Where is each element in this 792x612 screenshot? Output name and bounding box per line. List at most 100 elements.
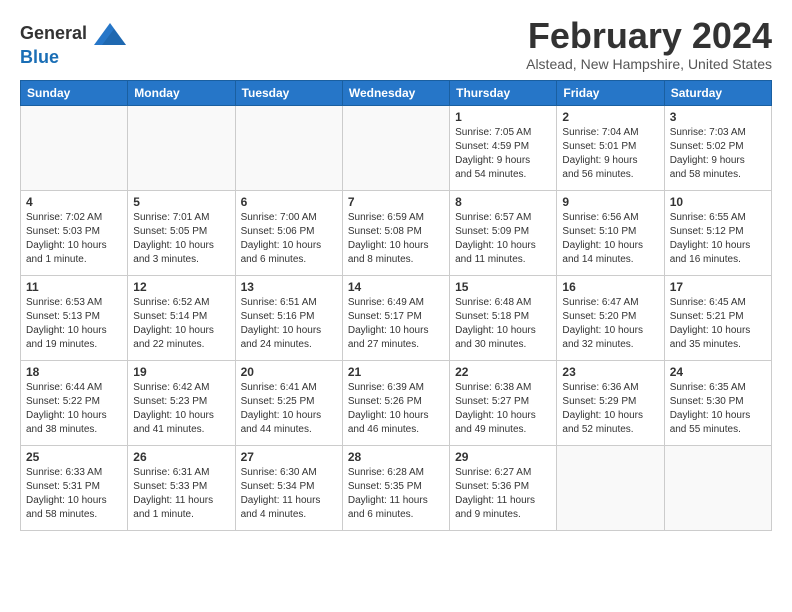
calendar-cell <box>235 105 342 190</box>
day-info: Sunrise: 6:55 AM Sunset: 5:12 PM Dayligh… <box>670 211 766 267</box>
calendar-cell: 9 Sunrise: 6:56 AM Sunset: 5:10 PM Daylig… <box>557 190 664 275</box>
weekday-header-friday: Friday <box>557 80 664 105</box>
day-number: 16 <box>562 280 658 294</box>
calendar-cell: 19 Sunrise: 6:42 AM Sunset: 5:23 PM Dayli… <box>128 360 235 445</box>
logo-text-line2: Blue <box>20 48 126 68</box>
calendar-cell: 8 Sunrise: 6:57 AM Sunset: 5:09 PM Daylig… <box>450 190 557 275</box>
day-number: 1 <box>455 110 551 124</box>
day-info: Sunrise: 6:41 AM Sunset: 5:25 PM Dayligh… <box>241 381 337 437</box>
day-info: Sunrise: 6:33 AM Sunset: 5:31 PM Dayligh… <box>26 466 122 522</box>
day-number: 28 <box>348 450 444 464</box>
day-number: 7 <box>348 195 444 209</box>
location-label: Alstead, New Hampshire, United States <box>526 56 772 72</box>
calendar-cell: 26 Sunrise: 6:31 AM Sunset: 5:33 PM Dayli… <box>128 445 235 530</box>
day-info: Sunrise: 6:56 AM Sunset: 5:10 PM Dayligh… <box>562 211 658 267</box>
logo-text-line1: General <box>20 20 126 48</box>
day-number: 25 <box>26 450 122 464</box>
calendar-cell: 20 Sunrise: 6:41 AM Sunset: 5:25 PM Dayli… <box>235 360 342 445</box>
day-number: 10 <box>670 195 766 209</box>
day-info: Sunrise: 6:30 AM Sunset: 5:34 PM Dayligh… <box>241 466 337 522</box>
calendar-cell <box>664 445 771 530</box>
calendar-cell: 22 Sunrise: 6:38 AM Sunset: 5:27 PM Dayli… <box>450 360 557 445</box>
calendar-cell <box>557 445 664 530</box>
day-info: Sunrise: 6:59 AM Sunset: 5:08 PM Dayligh… <box>348 211 444 267</box>
week-row-5: 25 Sunrise: 6:33 AM Sunset: 5:31 PM Dayli… <box>21 445 772 530</box>
day-info: Sunrise: 6:45 AM Sunset: 5:21 PM Dayligh… <box>670 296 766 352</box>
calendar-table: SundayMondayTuesdayWednesdayThursdayFrid… <box>20 80 772 531</box>
weekday-header-tuesday: Tuesday <box>235 80 342 105</box>
day-info: Sunrise: 7:00 AM Sunset: 5:06 PM Dayligh… <box>241 211 337 267</box>
day-number: 23 <box>562 365 658 379</box>
day-number: 19 <box>133 365 229 379</box>
day-info: Sunrise: 6:51 AM Sunset: 5:16 PM Dayligh… <box>241 296 337 352</box>
day-number: 27 <box>241 450 337 464</box>
calendar-cell: 23 Sunrise: 6:36 AM Sunset: 5:29 PM Dayli… <box>557 360 664 445</box>
calendar-cell: 1 Sunrise: 7:05 AM Sunset: 4:59 PM Daylig… <box>450 105 557 190</box>
calendar-cell: 16 Sunrise: 6:47 AM Sunset: 5:20 PM Dayli… <box>557 275 664 360</box>
weekday-header-thursday: Thursday <box>450 80 557 105</box>
calendar-cell: 2Sunrise: 7:04 AM Sunset: 5:01 PM Daylig… <box>557 105 664 190</box>
logo: General Blue <box>20 20 126 68</box>
day-info: Sunrise: 6:57 AM Sunset: 5:09 PM Dayligh… <box>455 211 551 267</box>
day-number: 12 <box>133 280 229 294</box>
day-info: Sunrise: 6:31 AM Sunset: 5:33 PM Dayligh… <box>133 466 229 522</box>
day-number: 18 <box>26 365 122 379</box>
day-number: 26 <box>133 450 229 464</box>
weekday-header-monday: Monday <box>128 80 235 105</box>
day-info: Sunrise: 6:42 AM Sunset: 5:23 PM Dayligh… <box>133 381 229 437</box>
day-info: Sunrise: 6:27 AM Sunset: 5:36 PM Dayligh… <box>455 466 551 522</box>
day-info: Sunrise: 6:36 AM Sunset: 5:29 PM Dayligh… <box>562 381 658 437</box>
calendar-cell: 10 Sunrise: 6:55 AM Sunset: 5:12 PM Dayli… <box>664 190 771 275</box>
calendar-cell: 5 Sunrise: 7:01 AM Sunset: 5:05 PM Daylig… <box>128 190 235 275</box>
day-info: Sunrise: 6:35 AM Sunset: 5:30 PM Dayligh… <box>670 381 766 437</box>
day-number: 13 <box>241 280 337 294</box>
calendar-cell: 7 Sunrise: 6:59 AM Sunset: 5:08 PM Daylig… <box>342 190 449 275</box>
day-number: 24 <box>670 365 766 379</box>
calendar-cell: 12 Sunrise: 6:52 AM Sunset: 5:14 PM Dayli… <box>128 275 235 360</box>
day-number: 3 <box>670 110 766 124</box>
day-info: Sunrise: 6:39 AM Sunset: 5:26 PM Dayligh… <box>348 381 444 437</box>
day-number: 8 <box>455 195 551 209</box>
week-row-1: 1 Sunrise: 7:05 AM Sunset: 4:59 PM Daylig… <box>21 105 772 190</box>
day-info: Sunrise: 7:01 AM Sunset: 5:05 PM Dayligh… <box>133 211 229 267</box>
page-header: General Blue February 2024 Alstead, New … <box>20 16 772 72</box>
day-number: 6 <box>241 195 337 209</box>
calendar-cell: 6 Sunrise: 7:00 AM Sunset: 5:06 PM Daylig… <box>235 190 342 275</box>
calendar-cell: 25 Sunrise: 6:33 AM Sunset: 5:31 PM Dayli… <box>21 445 128 530</box>
weekday-header-wednesday: Wednesday <box>342 80 449 105</box>
day-info: Sunrise: 6:44 AM Sunset: 5:22 PM Dayligh… <box>26 381 122 437</box>
logo-general: General <box>20 23 87 43</box>
day-info: Sunrise: 6:47 AM Sunset: 5:20 PM Dayligh… <box>562 296 658 352</box>
month-title: February 2024 <box>526 16 772 56</box>
day-number: 20 <box>241 365 337 379</box>
day-number: 22 <box>455 365 551 379</box>
day-info: Sunrise: 6:28 AM Sunset: 5:35 PM Dayligh… <box>348 466 444 522</box>
calendar-cell: 21Sunrise: 6:39 AM Sunset: 5:26 PM Dayli… <box>342 360 449 445</box>
calendar-cell: 14 Sunrise: 6:49 AM Sunset: 5:17 PM Dayli… <box>342 275 449 360</box>
day-info: Sunrise: 6:52 AM Sunset: 5:14 PM Dayligh… <box>133 296 229 352</box>
calendar-cell <box>128 105 235 190</box>
title-block: February 2024 Alstead, New Hampshire, Un… <box>526 16 772 72</box>
day-info: Sunrise: 7:02 AM Sunset: 5:03 PM Dayligh… <box>26 211 122 267</box>
calendar-cell: 29Sunrise: 6:27 AM Sunset: 5:36 PM Dayli… <box>450 445 557 530</box>
week-row-3: 11Sunrise: 6:53 AM Sunset: 5:13 PM Dayli… <box>21 275 772 360</box>
day-info: Sunrise: 7:05 AM Sunset: 4:59 PM Dayligh… <box>455 126 551 182</box>
day-info: Sunrise: 6:48 AM Sunset: 5:18 PM Dayligh… <box>455 296 551 352</box>
day-number: 9 <box>562 195 658 209</box>
calendar-cell: 24 Sunrise: 6:35 AM Sunset: 5:30 PM Dayli… <box>664 360 771 445</box>
calendar-cell: 13 Sunrise: 6:51 AM Sunset: 5:16 PM Dayli… <box>235 275 342 360</box>
day-info: Sunrise: 6:49 AM Sunset: 5:17 PM Dayligh… <box>348 296 444 352</box>
calendar-cell: 17 Sunrise: 6:45 AM Sunset: 5:21 PM Dayli… <box>664 275 771 360</box>
day-number: 14 <box>348 280 444 294</box>
weekday-header-saturday: Saturday <box>664 80 771 105</box>
day-number: 5 <box>133 195 229 209</box>
calendar-cell: 27 Sunrise: 6:30 AM Sunset: 5:34 PM Dayli… <box>235 445 342 530</box>
day-info: Sunrise: 7:03 AM Sunset: 5:02 PM Dayligh… <box>670 126 766 182</box>
day-info: Sunrise: 6:38 AM Sunset: 5:27 PM Dayligh… <box>455 381 551 437</box>
calendar-cell: 18 Sunrise: 6:44 AM Sunset: 5:22 PM Dayli… <box>21 360 128 445</box>
calendar-cell: 3 Sunrise: 7:03 AM Sunset: 5:02 PM Daylig… <box>664 105 771 190</box>
weekday-header-row: SundayMondayTuesdayWednesdayThursdayFrid… <box>21 80 772 105</box>
calendar-cell <box>342 105 449 190</box>
day-number: 17 <box>670 280 766 294</box>
day-number: 4 <box>26 195 122 209</box>
